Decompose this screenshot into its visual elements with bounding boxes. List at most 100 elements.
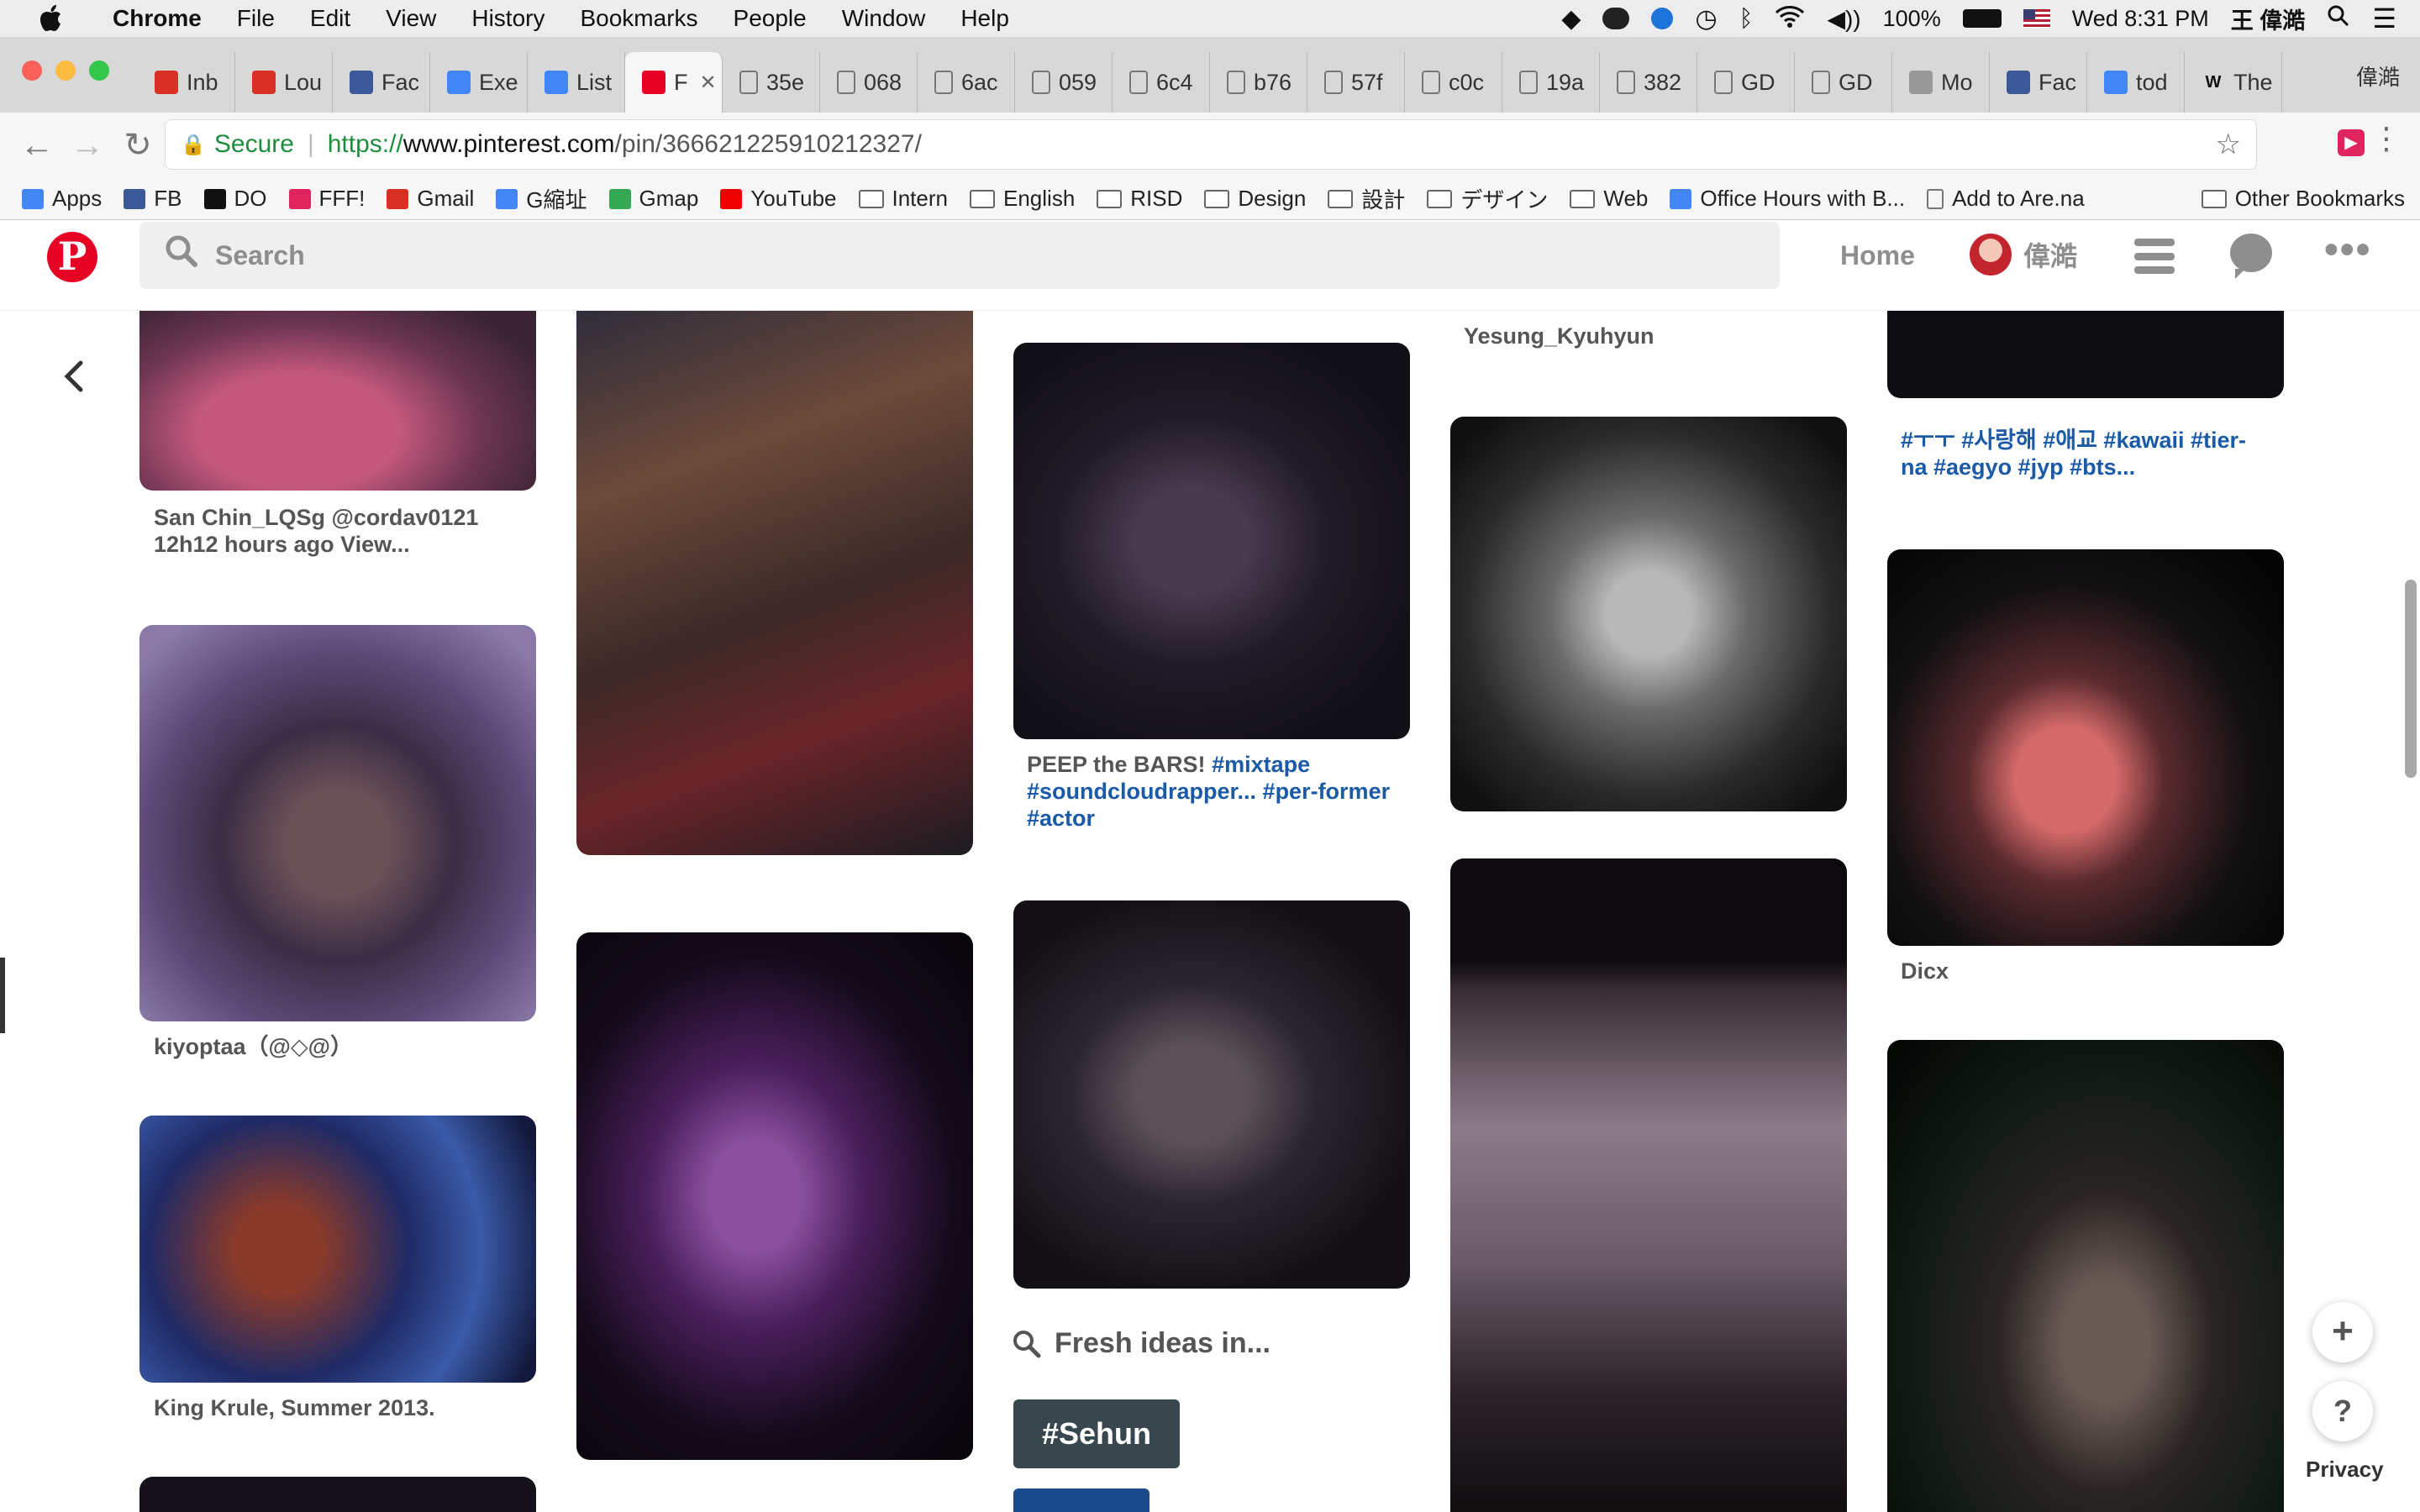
wifi-icon[interactable] (1775, 4, 1805, 34)
bookmark-item[interactable]: Apps (22, 186, 102, 212)
browser-tab[interactable]: W The (2185, 52, 2282, 113)
messages-icon[interactable] (2230, 234, 2272, 279)
browser-tab[interactable]: GD (1697, 52, 1795, 113)
bookmark-item[interactable]: FFF! (288, 186, 365, 212)
forward-arrow-icon[interactable]: → (62, 127, 113, 165)
browser-tab[interactable]: Fac (1990, 52, 2087, 113)
profile-name[interactable]: 偉澔 (2356, 60, 2400, 92)
browser-tab[interactable]: Inb (138, 52, 235, 113)
url-text[interactable]: https://www.pinterest.com/pin/3666212259… (328, 130, 922, 159)
flag-us-icon[interactable] (2023, 9, 2050, 28)
pin-image[interactable] (1887, 549, 2284, 946)
pin-image[interactable] (1013, 343, 1410, 739)
zoom-window-button[interactable] (89, 60, 109, 81)
pin-image[interactable] (576, 311, 973, 855)
bookmark-item[interactable]: RISD (1097, 186, 1182, 212)
chrome-menu-icon[interactable]: ⋮ (2371, 121, 2402, 156)
pin-image[interactable] (1887, 311, 2284, 398)
bookmark-item[interactable]: Web (1570, 186, 1648, 212)
bookmark-star-icon[interactable]: ☆ (2216, 128, 2241, 161)
browser-tab[interactable]: Mo (1892, 52, 1990, 113)
search-bar[interactable] (139, 222, 1780, 289)
browser-tab[interactable]: F ✕ (625, 52, 723, 113)
browser-tab[interactable]: tod (2087, 52, 2185, 113)
home-link[interactable]: Home (1840, 240, 1915, 271)
pin-caption[interactable]: Yesung_Kyuhyun (1464, 323, 1833, 349)
clock-datetime[interactable]: Wed 8:31 PM (2072, 6, 2209, 32)
apple-icon[interactable] (32, 0, 69, 37)
browser-tab[interactable]: 068 (820, 52, 918, 113)
menu-file[interactable]: File (237, 5, 275, 32)
pin-image[interactable] (1887, 1040, 2284, 1512)
browser-tab[interactable]: 382 (1600, 52, 1697, 113)
profile-link[interactable]: 偉澔 (1970, 234, 2077, 276)
bookmark-item[interactable]: Intern (858, 186, 948, 212)
pinterest-logo-icon[interactable]: P (47, 232, 97, 282)
time-machine-icon[interactable]: ◷ (1695, 4, 1717, 34)
menu-edit[interactable]: Edit (310, 5, 350, 32)
close-tab-icon[interactable]: ✕ (700, 71, 717, 95)
bluetooth-icon[interactable]: ᛒ (1739, 5, 1754, 32)
pin-image[interactable] (139, 625, 536, 1021)
bookmark-item[interactable]: English (970, 186, 1075, 212)
browser-tab[interactable]: Fac (333, 52, 430, 113)
creative-cloud-icon[interactable] (1602, 8, 1630, 29)
menu-help[interactable]: Help (960, 5, 1009, 32)
notification-center-icon[interactable]: ☰ (2372, 3, 2396, 34)
bookmark-item[interactable]: Design (1204, 186, 1306, 212)
pin-image[interactable] (139, 311, 536, 491)
bookmark-item[interactable]: Add to Are.na (1927, 186, 2085, 212)
bookmark-item[interactable]: DO (203, 186, 267, 212)
pin-caption[interactable]: #ㅜㅜ #사랑해 #애교 #kawaii #tier-na #aegyo #jy… (1901, 427, 2270, 480)
back-chevron-icon[interactable] (59, 360, 92, 393)
menu-window[interactable]: Window (842, 5, 926, 32)
more-options-icon[interactable]: ••• (2324, 227, 2371, 273)
skype-icon[interactable] (1651, 8, 1674, 29)
browser-tab[interactable]: 6ac (918, 52, 1015, 113)
back-arrow-icon[interactable]: ← (12, 127, 62, 165)
browser-tab[interactable]: GD (1795, 52, 1892, 113)
browser-tab[interactable]: List (528, 52, 625, 113)
pin-caption[interactable]: San Chin_LQSg @cordav0121 12h12 hours ag… (154, 504, 523, 558)
pin-image[interactable] (139, 1116, 536, 1383)
bookmark-item[interactable]: Gmail (387, 186, 474, 212)
other-bookmarks-folder[interactable]: Other Bookmarks (2201, 186, 2405, 212)
topic-tag-button[interactable] (1013, 1488, 1150, 1512)
reload-icon[interactable]: ↻ (113, 126, 163, 165)
bookmark-item[interactable]: YouTube (720, 186, 837, 212)
browser-tab[interactable]: 6c4 (1113, 52, 1210, 113)
extension-icon[interactable]: ▶ (2338, 129, 2365, 156)
page-scrollbar[interactable] (2405, 580, 2417, 778)
browser-tab[interactable]: 19a (1502, 52, 1600, 113)
bookmark-item[interactable]: FB (124, 186, 182, 212)
close-window-button[interactable] (22, 60, 42, 81)
bookmark-item[interactable]: Office Hours with B... (1670, 186, 1905, 212)
menu-people[interactable]: People (734, 5, 807, 32)
battery-icon[interactable] (1962, 9, 2002, 28)
browser-tab[interactable]: 059 (1015, 52, 1113, 113)
pin-caption[interactable]: King Krule, Summer 2013. (154, 1394, 523, 1421)
bookmark-item[interactable]: Gmap (608, 186, 698, 212)
pin-image[interactable] (576, 932, 973, 1460)
browser-tab[interactable]: Lou (235, 52, 333, 113)
bookmark-item[interactable]: G縮址 (496, 183, 587, 214)
menu-app-name[interactable]: Chrome (113, 5, 202, 32)
pin-image[interactable] (1450, 417, 1847, 811)
add-pin-button[interactable]: + (2312, 1302, 2373, 1362)
browser-tab[interactable]: 57f (1307, 52, 1405, 113)
minimize-window-button[interactable] (55, 60, 76, 81)
pin-caption[interactable]: PEEP the BARS! #mixtape #soundcloudrappe… (1027, 751, 1397, 832)
browser-tab[interactable]: Exe (430, 52, 528, 113)
pin-image[interactable] (1013, 900, 1410, 1289)
browser-tab[interactable]: b76 (1210, 52, 1307, 113)
privacy-link[interactable]: Privacy (2306, 1457, 2384, 1483)
bookmark-item[interactable]: 設計 (1328, 183, 1405, 214)
browser-tab[interactable]: 35e (723, 52, 820, 113)
dropbox-icon[interactable]: ◆ (1561, 4, 1581, 34)
help-button[interactable]: ? (2312, 1381, 2373, 1441)
menubar-user[interactable]: 王 偉澔 (2231, 3, 2306, 35)
menu-icon[interactable] (2134, 239, 2175, 274)
bookmark-item[interactable]: デザイン (1427, 183, 1548, 214)
menu-view[interactable]: View (386, 5, 436, 32)
browser-tab[interactable]: c0c (1405, 52, 1502, 113)
